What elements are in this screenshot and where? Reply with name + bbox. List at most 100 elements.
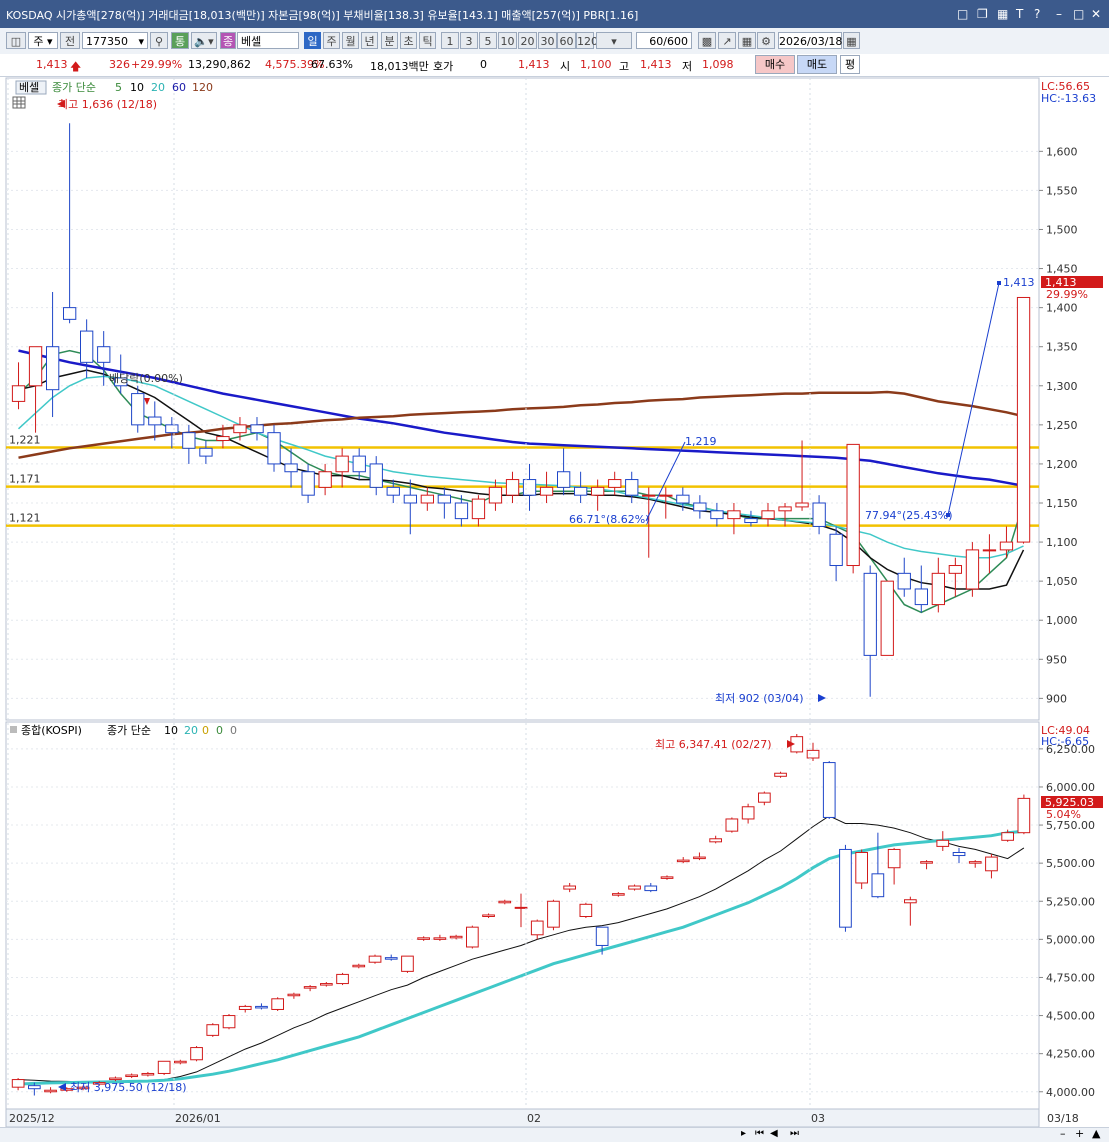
x-tick-label: 02 [527, 1112, 541, 1125]
custom-period-select[interactable]: ▾ [596, 32, 632, 49]
average-button[interactable]: 평 [840, 55, 860, 74]
font-icon[interactable]: T [1016, 7, 1023, 21]
candle-body [466, 926, 479, 948]
x-tick-label: 03/18 [1047, 1112, 1079, 1125]
high-label: 고 [619, 60, 630, 73]
toolbar: ◫ 주 ▾ 전 177350 ▾ ⚲ 통 🔈▾ 종 베셀 일 주 월 년 분 초 … [0, 28, 1109, 55]
scroll-back-icon[interactable]: ◀ [770, 1128, 778, 1139]
period-year-button[interactable]: 년 [361, 32, 378, 49]
candle-body [28, 1085, 41, 1090]
high-price: 1,413 [640, 58, 672, 71]
chart-type-icon[interactable]: ▩ [698, 32, 716, 49]
candle-body [271, 998, 284, 1010]
minute-120-button[interactable]: 120 [576, 32, 598, 49]
candle-body [352, 455, 366, 473]
help-icon[interactable]: ? [1034, 7, 1040, 21]
candle-body [420, 494, 435, 504]
low-label: 저 [682, 60, 693, 73]
grid-table-icon[interactable] [12, 96, 26, 109]
candle-body [386, 486, 400, 496]
close-icon[interactable]: ✕ [1091, 7, 1101, 21]
period-tick-button[interactable]: 틱 [419, 32, 436, 49]
buy-button[interactable]: 매수 [755, 55, 795, 74]
scroll-up-icon[interactable]: ▲ [1092, 1127, 1100, 1140]
restore-icon[interactable]: □ [957, 7, 968, 21]
candle-body [595, 926, 609, 946]
minimize-icon[interactable]: – [1056, 7, 1062, 21]
minute-3-button[interactable]: 3 [460, 32, 478, 49]
ma-period-20: 20 [151, 81, 165, 94]
copy-icon[interactable]: ❐ [977, 7, 988, 21]
period-minute-button[interactable]: 분 [381, 32, 398, 49]
save-icon[interactable]: ▦ [997, 7, 1008, 21]
candle-body [336, 973, 349, 985]
date-input[interactable]: 2026/03/18 [778, 32, 842, 49]
minute-1-button[interactable]: 1 [441, 32, 459, 49]
candle-body [1017, 797, 1031, 834]
y-tick-label: 1,350 [1046, 341, 1078, 354]
candle-body [522, 479, 537, 496]
price-change: 326 [109, 58, 130, 71]
y-tick-label: 1,450 [1046, 263, 1078, 276]
candle-body [437, 494, 452, 504]
stock-code-input[interactable]: 177350 ▾ [82, 32, 148, 49]
candle-body [141, 1072, 155, 1076]
candle-body [287, 993, 301, 997]
pill-button[interactable]: 통 [171, 32, 189, 49]
draw-line-icon[interactable]: ↗ [718, 32, 736, 49]
candle-body [46, 346, 60, 391]
candle-body [109, 1077, 122, 1081]
scroll-first-icon[interactable]: ⏮ [755, 1128, 764, 1139]
sell-button[interactable]: 매도 [797, 55, 837, 74]
candle-body [709, 838, 722, 843]
ma-period-5: 5 [115, 81, 122, 94]
top-name-label: 베셀 [19, 81, 39, 94]
bottom-hc-label: HC:-6.65 [1041, 735, 1089, 748]
up-arrow-icon: 🡅 [70, 60, 82, 73]
minute-20-button[interactable]: 20 [518, 32, 537, 49]
candle-body [482, 914, 495, 918]
bottom-legend-marker [10, 726, 17, 733]
zoom-out-icon[interactable]: – [1060, 1127, 1066, 1140]
disk-icon[interactable]: ▦ [738, 32, 756, 49]
zoom-in-icon[interactable]: + [1075, 1127, 1084, 1140]
y-tick-label: 4,000.00 [1046, 1086, 1095, 1099]
candle-body [761, 510, 775, 520]
candle-body [284, 463, 298, 473]
period-month-button[interactable]: 월 [342, 32, 359, 49]
maximize-icon[interactable]: □ [1073, 7, 1084, 21]
support-line-label: 1,221 [9, 434, 41, 447]
minute-60-button[interactable]: 60 [557, 32, 576, 49]
trendline-2-end-handle[interactable] [997, 281, 1001, 285]
calendar-icon[interactable]: ▦ [843, 32, 860, 49]
minute-10-button[interactable]: 10 [498, 32, 517, 49]
settings-icon[interactable]: ⚙ [757, 32, 775, 49]
minute-30-button[interactable]: 30 [538, 32, 557, 49]
candle-body [222, 1015, 236, 1029]
top-low-note: 최저 902 (03/04) [715, 692, 804, 705]
search-icon[interactable]: ⚲ [150, 32, 168, 49]
candle-body [774, 772, 787, 777]
chart-scrollbar[interactable]: ▸ ⏮ ◀ ⏭ – + ▲ [0, 1127, 1109, 1142]
ma-period-120: 120 [192, 81, 213, 94]
minute-5-button[interactable]: 5 [479, 32, 497, 49]
period-second-button[interactable]: 초 [400, 32, 417, 49]
stock-code-value: 177350 [86, 35, 128, 48]
chart-area[interactable]: 1,221 1,171 1,121 1,600 1,550 1,500 1,450 1,40… [0, 77, 1109, 1127]
prev-button[interactable]: 전 [60, 32, 80, 49]
ma-period-10: 10 [130, 81, 144, 94]
scroll-last-icon[interactable]: ⏭ [790, 1128, 799, 1139]
count-input[interactable]: 60/600 [636, 32, 692, 49]
panel-toggle-icon[interactable]: ◫ [6, 32, 26, 49]
candle-body [968, 861, 982, 864]
window-title: KOSDAQ 시가총액[278(억)] 거래대금[18,013(백만)] 자본금… [6, 9, 639, 22]
bottom-high-note: 최고 6,347.41 (02/27) [655, 738, 772, 751]
period-day-button[interactable]: 일 [304, 32, 321, 49]
speaker-icon[interactable]: 🔈▾ [191, 32, 217, 49]
scroll-prev-icon[interactable]: ▸ [741, 1128, 746, 1139]
period-select[interactable]: 주 ▾ [28, 32, 58, 49]
candle-body [642, 494, 656, 497]
candle-body [644, 885, 658, 892]
period-week-button[interactable]: 주 [323, 32, 340, 49]
candle-body [936, 839, 950, 847]
